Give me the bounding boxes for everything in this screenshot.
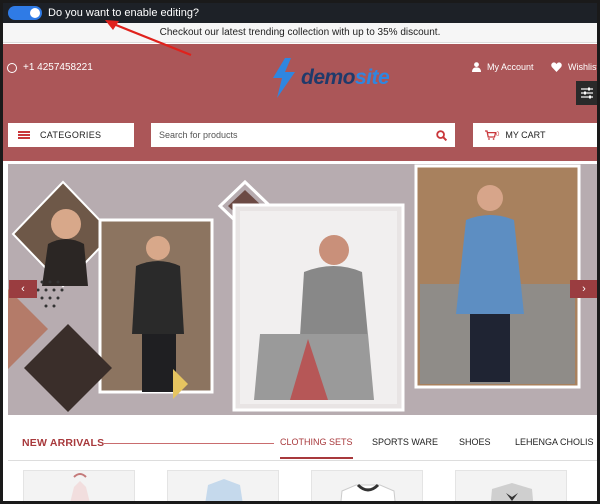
phone-number: +1 4257458221 [23,62,93,73]
model-denim-photo [414,164,581,389]
whatsapp-icon [7,62,17,73]
product-card[interactable] [23,470,135,501]
wishlist-label: Wishlist [568,62,599,72]
logo-text-site: site [355,66,390,89]
editing-bar: Do you want to enable editing? [3,3,597,23]
product-image-tshirt [340,483,396,501]
my-account-link[interactable]: My Account [472,62,534,72]
hero-banner[interactable]: ‹ › [8,164,597,415]
site-logo[interactable]: demosite [271,58,390,98]
tab-shoes[interactable]: SHOES [459,437,491,447]
product-card[interactable] [167,470,279,501]
my-account-label: My Account [487,62,534,72]
categories-label: CATEGORIES [40,130,102,140]
cart-icon [485,130,496,140]
search-input[interactable]: Search for products [159,130,238,140]
promo-bar: Checkout our latest trending collection … [3,23,597,43]
menu-icon [18,131,30,139]
filter-settings-button[interactable] [576,81,597,105]
heart-icon [551,62,562,72]
user-icon [472,62,481,72]
editing-toggle[interactable] [8,6,42,20]
model-standing-photo [98,218,214,394]
product-image-dress [70,473,90,501]
annotation-arrow [105,20,192,57]
chevron-right-icon: › [582,283,586,295]
wishlist-link[interactable]: Wishlist [551,62,599,72]
model-seated-photo [232,203,405,412]
phone-contact[interactable]: +1 4257458221 [7,62,93,73]
cart-count: 0 [496,132,500,138]
my-cart-button[interactable]: 0 MY CART [473,123,597,147]
new-arrivals-section: NEW ARRIVALS CLOTHING SETS SPORTS WARE S… [8,431,597,461]
new-arrivals-title: NEW ARRIVALS [22,437,105,449]
tab-lehenga-cholis[interactable]: LEHENGA CHOLIS [515,437,594,447]
banner-next-button[interactable]: › [570,280,597,298]
search-bar[interactable]: Search for products [151,123,455,147]
categories-button[interactable]: CATEGORIES [8,123,134,147]
search-icon[interactable] [436,129,447,141]
toggle-knob [30,8,40,18]
logo-text: demosite [301,66,390,90]
logo-text-demo: demo [301,66,356,89]
banner-artwork [8,164,597,415]
title-divider [104,443,274,444]
product-card[interactable] [311,470,423,501]
chevron-left-icon: ‹ [21,283,25,295]
browser-frame: Do you want to enable editing? Checkout … [0,0,600,504]
product-image-shirt [205,479,243,501]
sliders-icon [581,87,593,99]
site-header: +1 4257458221 demosite My Account Wishli… [3,44,597,161]
banner-prev-button[interactable]: ‹ [9,280,37,298]
tab-clothing-sets[interactable]: CLOTHING SETS [280,437,353,459]
product-image-suit [490,483,534,501]
my-cart-label: MY CART [505,130,546,140]
product-card[interactable] [455,470,567,501]
tab-sports-ware[interactable]: SPORTS WARE [372,437,438,447]
lightning-logo-icon [273,58,295,98]
